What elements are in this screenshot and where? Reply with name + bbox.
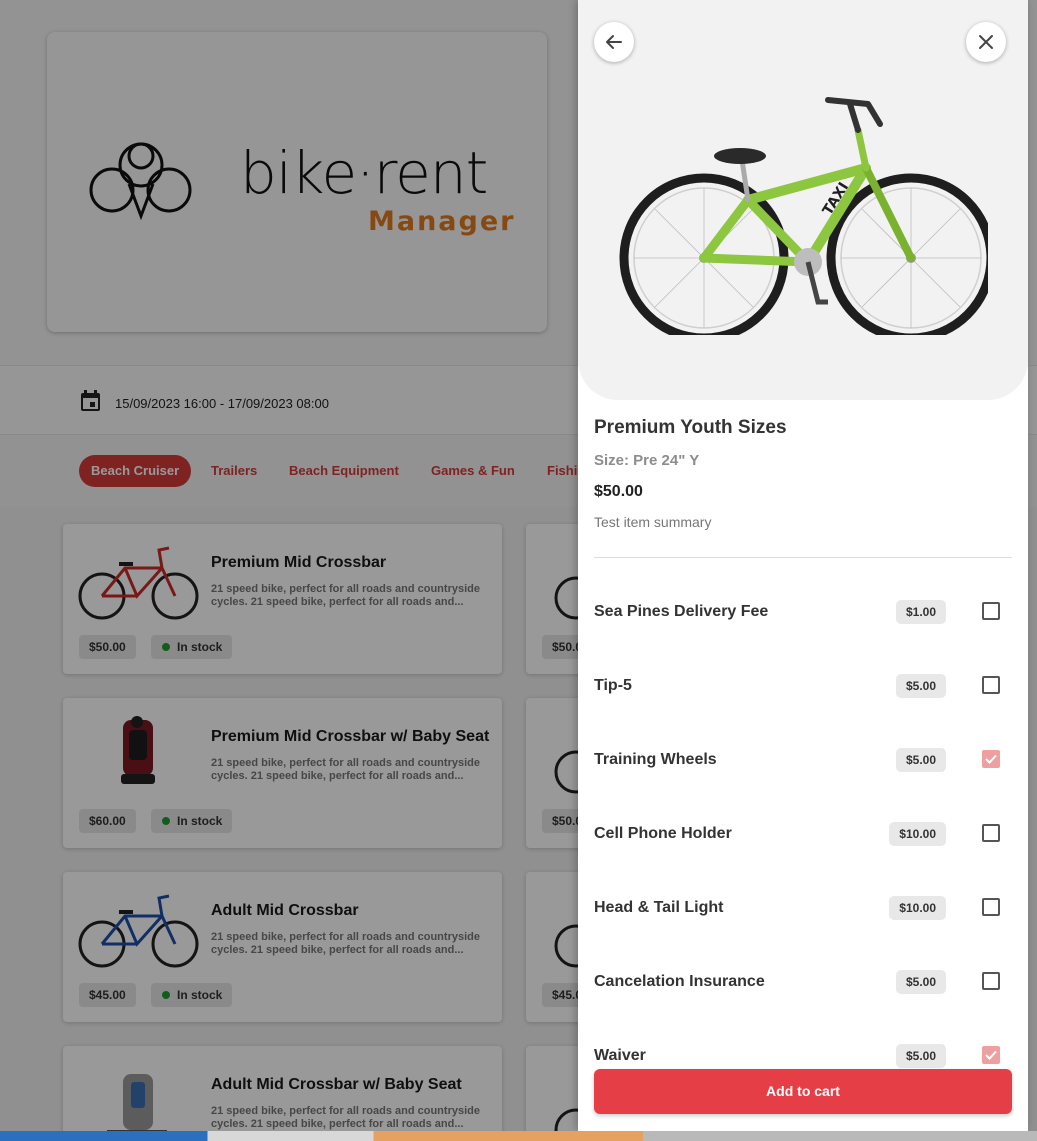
option-name: Head & Tail Light bbox=[594, 899, 724, 916]
option-row[interactable]: Training Wheels $5.00 bbox=[578, 740, 1028, 780]
option-row[interactable]: Head & Tail Light $10.00 bbox=[578, 888, 1028, 928]
option-name: Tip-5 bbox=[594, 677, 632, 694]
option-checkbox[interactable] bbox=[982, 602, 1000, 620]
product-title: Premium Youth Sizes bbox=[594, 417, 787, 438]
option-price-badge: $5.00 bbox=[895, 674, 946, 698]
arrow-left-icon bbox=[606, 35, 622, 49]
option-name: Waiver bbox=[594, 1047, 646, 1064]
option-checkbox[interactable] bbox=[982, 898, 1000, 916]
option-price-badge: $10.00 bbox=[889, 822, 946, 846]
option-checkbox[interactable] bbox=[982, 1046, 1000, 1064]
option-row[interactable]: Sea Pines Delivery Fee $1.00 bbox=[578, 592, 1028, 632]
option-name: Training Wheels bbox=[594, 751, 717, 768]
product-price: $50.00 bbox=[594, 483, 643, 500]
option-price-badge: $1.00 bbox=[895, 600, 946, 624]
option-row[interactable]: Cancelation Insurance $5.00 bbox=[578, 962, 1028, 1002]
option-checkbox[interactable] bbox=[982, 972, 1000, 990]
option-price-badge: $5.00 bbox=[895, 748, 946, 772]
checkmark-icon bbox=[985, 1050, 997, 1060]
option-checkbox[interactable] bbox=[982, 824, 1000, 842]
option-price-badge: $5.00 bbox=[895, 970, 946, 994]
close-icon bbox=[979, 35, 993, 49]
taskbar-strip bbox=[0, 1131, 1037, 1141]
option-name: Cell Phone Holder bbox=[594, 825, 732, 842]
option-checkbox[interactable] bbox=[982, 676, 1000, 694]
option-price-badge: $10.00 bbox=[889, 896, 946, 920]
back-button[interactable] bbox=[594, 22, 634, 62]
option-name: Cancelation Insurance bbox=[594, 973, 765, 990]
option-name: Sea Pines Delivery Fee bbox=[594, 603, 769, 620]
option-row[interactable]: Tip-5 $5.00 bbox=[578, 666, 1028, 706]
checkmark-icon bbox=[985, 754, 997, 764]
option-price-badge: $5.00 bbox=[895, 1044, 946, 1068]
divider bbox=[594, 557, 1012, 558]
option-row[interactable]: Cell Phone Holder $10.00 bbox=[578, 814, 1028, 854]
close-button[interactable] bbox=[966, 22, 1006, 62]
product-image-panel: TAXI bbox=[578, 0, 1028, 400]
option-checkbox[interactable] bbox=[982, 750, 1000, 768]
product-size: Size: Pre 24" Y bbox=[594, 452, 700, 469]
product-summary: Test item summary bbox=[594, 514, 712, 530]
youth-bike-image: TAXI bbox=[619, 97, 988, 335]
product-detail-drawer: TAXI Premium Youth Sizes Size: Pre 24" Y… bbox=[578, 0, 1028, 1131]
add-to-cart-button[interactable]: Add to cart bbox=[594, 1069, 1012, 1114]
